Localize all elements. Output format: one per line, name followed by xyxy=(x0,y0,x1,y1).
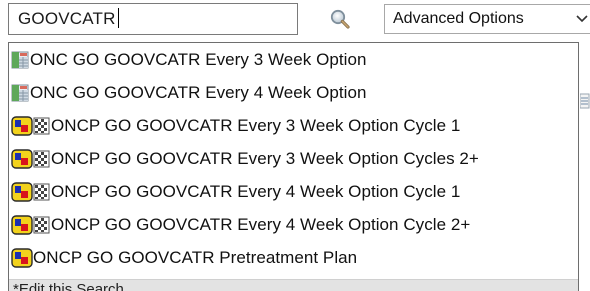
treatment-plan-icon xyxy=(11,214,33,235)
edit-search-label: *Edit this Search xyxy=(13,281,124,291)
advanced-options-dropdown[interactable]: Advanced Options xyxy=(384,4,590,34)
result-label: ONC GO GOOVCATR Every 4 Week Option xyxy=(30,82,367,102)
magnifier-icon xyxy=(330,9,350,29)
order-set-icon xyxy=(11,84,29,101)
checker-pattern-icon xyxy=(33,216,50,233)
background-toolbar-icon xyxy=(580,93,590,109)
order-set-icon xyxy=(11,51,29,68)
checker-pattern-icon xyxy=(33,117,50,134)
result-item[interactable]: ONCP GO GOOVCATR Every 4 Week Option Cyc… xyxy=(9,208,578,241)
treatment-plan-icon xyxy=(11,148,33,169)
result-label: ONCP GO GOOVCATR Pretreatment Plan xyxy=(33,247,358,267)
therapy-plan-icon xyxy=(11,247,33,268)
advanced-options-label: Advanced Options xyxy=(393,10,524,27)
result-item[interactable]: ONC GO GOOVCATR Every 4 Week Option xyxy=(9,76,578,109)
result-item[interactable]: ONCP GO GOOVCATR Every 4 Week Option Cyc… xyxy=(9,175,578,208)
text-caret xyxy=(117,8,119,28)
result-label: ONCP GO GOOVCATR Every 3 Week Option Cyc… xyxy=(51,148,479,168)
search-button[interactable] xyxy=(326,6,356,32)
result-item[interactable]: ONC GO GOOVCATR Every 3 Week Option xyxy=(9,43,578,76)
edit-search-footer[interactable]: *Edit this Search xyxy=(9,279,578,291)
result-label: ONCP GO GOOVCATR Every 3 Week Option Cyc… xyxy=(51,115,461,135)
result-item[interactable]: ONCP GO GOOVCATR Pretreatment Plan xyxy=(9,241,578,274)
checker-pattern-icon xyxy=(33,183,50,200)
search-results-dropdown: ONC GO GOOVCATR Every 3 Week Option ONC … xyxy=(8,42,579,291)
result-item[interactable]: ONCP GO GOOVCATR Every 3 Week Option Cyc… xyxy=(9,109,578,142)
search-input[interactable]: GOOVCATR xyxy=(8,3,298,35)
result-label: ONC GO GOOVCATR Every 3 Week Option xyxy=(30,49,367,69)
result-label: ONCP GO GOOVCATR Every 4 Week Option Cyc… xyxy=(51,214,471,234)
treatment-plan-icon xyxy=(11,181,33,202)
treatment-plan-icon xyxy=(11,115,33,136)
result-item[interactable]: ONCP GO GOOVCATR Every 3 Week Option Cyc… xyxy=(9,142,578,175)
search-input-value: GOOVCATR xyxy=(18,9,116,28)
checker-pattern-icon xyxy=(33,150,50,167)
chevron-down-icon xyxy=(576,15,588,23)
result-label: ONCP GO GOOVCATR Every 4 Week Option Cyc… xyxy=(51,181,461,201)
results-list: ONC GO GOOVCATR Every 3 Week Option ONC … xyxy=(9,43,578,274)
